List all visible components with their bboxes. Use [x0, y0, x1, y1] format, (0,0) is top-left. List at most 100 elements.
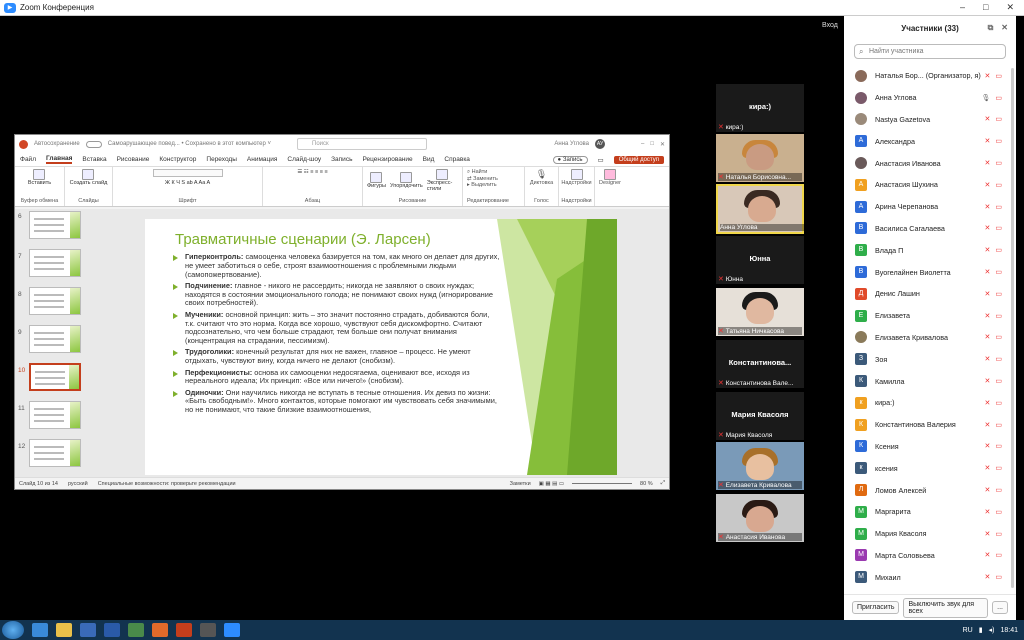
participant-item[interactable]: З Зоя ✕ ▭	[844, 348, 1016, 370]
mute-all-button[interactable]: Выключить звук для всех	[903, 597, 989, 618]
participant-item[interactable]: Е Елизавета ✕ ▭	[844, 305, 1016, 327]
slide-thumbnail[interactable]	[29, 249, 81, 277]
video-tile[interactable]: ✕ Татьяна Ничкасова	[716, 288, 804, 336]
participant-item[interactable]: К Ксения ✕ ▭	[844, 436, 1016, 458]
participant-item[interactable]: Елизавета Кривалова ✕ ▭	[844, 327, 1016, 349]
participant-item[interactable]: В Вуогелайнен Виолетта ✕ ▭	[844, 261, 1016, 283]
video-tile[interactable]: ✕ Анастасия Иванова	[716, 494, 804, 542]
paragraph-buttons[interactable]: ☰ ☷ ≡ ≡ ≡ ≡	[297, 169, 327, 175]
close-icon[interactable]: ✕	[660, 141, 665, 148]
participant-item[interactable]: К Камилла ✕ ▭	[844, 370, 1016, 392]
minimize-icon[interactable]: –	[960, 2, 965, 13]
video-tile[interactable]: Юнна ✕ Юнна	[716, 236, 804, 284]
menu-animation[interactable]: Анимация	[247, 156, 278, 163]
shapes-button[interactable]: Фигуры	[367, 172, 386, 189]
font-family-select[interactable]	[152, 169, 223, 177]
new-slide-button[interactable]: Создать слайд	[70, 169, 107, 186]
participant-item[interactable]: Л Ломов Алексей ✕ ▭	[844, 479, 1016, 501]
participant-search-input[interactable]: ⌕ Найти участника	[854, 44, 1006, 59]
slide-thumbnail[interactable]	[29, 325, 81, 353]
menu-record[interactable]: Запись	[331, 156, 352, 163]
video-tile[interactable]: Константинова... ✕ Константинова Вале...	[716, 340, 804, 388]
menu-transitions[interactable]: Переходы	[206, 156, 237, 163]
font-format-buttons[interactable]: Ж К Ч S ab A Aa A	[165, 180, 210, 186]
participant-item[interactable]: к ксения ✕ ▭	[844, 457, 1016, 479]
slide-thumbnail[interactable]	[29, 287, 81, 315]
find-button[interactable]: ⌕ Найти	[467, 169, 498, 176]
menu-home[interactable]: Главная	[45, 155, 73, 164]
participant-item[interactable]: М Марта Соловьева ✕ ▭	[844, 545, 1016, 567]
menu-insert[interactable]: Вставка	[82, 156, 106, 163]
slide-canvas[interactable]: Травматичные сценарии (Э. Ларсен) Гиперк…	[145, 219, 617, 475]
notes-button[interactable]: Заметки	[510, 481, 531, 487]
slide-thumbnail[interactable]	[29, 401, 81, 429]
dictate-button[interactable]: 🎙 Диктовка	[530, 169, 553, 186]
share-button[interactable]: Общий доступ	[613, 155, 664, 164]
participant-item[interactable]: Анна Углова 🎙 ▭	[844, 87, 1016, 109]
fit-slide-icon[interactable]: ⤢	[661, 480, 665, 487]
participant-item[interactable]: К Константинова Валерия ✕ ▭	[844, 414, 1016, 436]
zoom-slider[interactable]	[572, 483, 633, 484]
participant-item[interactable]: В Василиса Сагалаева ✕ ▭	[844, 218, 1016, 240]
quick-styles-button[interactable]: Экспресс-стили	[427, 169, 458, 192]
word-icon[interactable]	[104, 623, 120, 637]
autosave-toggle[interactable]	[85, 140, 102, 148]
video-tile-active-speaker[interactable]: Анна Углова	[716, 184, 804, 234]
participant-item[interactable]: Д Денис Лашин ✕ ▭	[844, 283, 1016, 305]
select-button[interactable]: ▸ Выделить	[467, 182, 498, 188]
menu-view[interactable]: Вид	[423, 156, 435, 163]
menu-file[interactable]: Файл	[20, 156, 36, 163]
outlook-icon[interactable]	[80, 623, 96, 637]
paste-button[interactable]: Вставить	[28, 169, 51, 186]
start-button[interactable]	[2, 621, 24, 639]
record-button[interactable]: ● Запись	[552, 155, 588, 164]
participant-item[interactable]: Анастасия Иванова ✕ ▭	[844, 152, 1016, 174]
firefox-icon[interactable]	[152, 623, 168, 637]
participant-item[interactable]: А Анастасия Шухина ✕ ▭	[844, 174, 1016, 196]
keyboard-language[interactable]: RU	[963, 627, 973, 634]
zoom-taskbar-icon[interactable]	[224, 623, 240, 637]
more-button[interactable]: ...	[992, 601, 1008, 614]
participant-item[interactable]: М Маргарита ✕ ▭	[844, 501, 1016, 523]
participant-item[interactable]: к кира:) ✕ ▭	[844, 392, 1016, 414]
close-icon[interactable]: ✕	[1001, 23, 1008, 33]
slide-thumbnails[interactable]: 6 7 8 9 10 11 12	[15, 209, 93, 477]
ppt-search-box[interactable]: Поиск	[297, 138, 428, 150]
slide-scrollbar[interactable]	[663, 209, 669, 477]
designer-button[interactable]: Designer	[599, 169, 621, 186]
slide-thumbnail[interactable]	[29, 211, 81, 239]
explorer-icon[interactable]	[56, 623, 72, 637]
minimize-icon[interactable]: –	[641, 141, 644, 147]
video-tile[interactable]: Мария Квасоля ✕ Мария Квасоля	[716, 392, 804, 440]
participant-item[interactable]: В Влада П ✕ ▭	[844, 239, 1016, 261]
participant-scrollbar[interactable]	[1011, 68, 1014, 588]
comments-icon[interactable]: ▭	[598, 156, 604, 164]
chrome-icon[interactable]	[128, 623, 144, 637]
menu-help[interactable]: Справка	[444, 156, 470, 163]
zoom-level[interactable]: 80 %	[640, 481, 653, 487]
slide-thumbnail[interactable]	[29, 439, 81, 467]
menu-draw[interactable]: Рисование	[117, 156, 150, 163]
menu-review[interactable]: Рецензирование	[362, 156, 412, 163]
language-indicator[interactable]: русский	[68, 481, 88, 487]
video-tile[interactable]: ✕ Наталья Борисовна...	[716, 134, 804, 182]
video-tile[interactable]: кира:) ✕ кира:)	[716, 84, 804, 132]
menu-design[interactable]: Конструктор	[159, 156, 196, 163]
participant-item[interactable]: М Мария Квасоля ✕ ▭	[844, 523, 1016, 545]
participant-item[interactable]: Nastya Gazetova ✕ ▭	[844, 109, 1016, 131]
invite-button[interactable]: Пригласить	[852, 601, 900, 614]
ie-icon[interactable]	[32, 623, 48, 637]
exit-label[interactable]: Вход	[822, 22, 838, 29]
participant-item[interactable]: А Александра ✕ ▭	[844, 130, 1016, 152]
popout-icon[interactable]: ⧉	[988, 23, 994, 33]
participant-item[interactable]: М Михаил ✕ ▭	[844, 566, 1016, 588]
volume-icon[interactable]: ◂)	[989, 626, 995, 634]
network-icon[interactable]: ▮	[979, 626, 983, 634]
participant-item[interactable]: А Арина Черепанова ✕ ▭	[844, 196, 1016, 218]
addins-button[interactable]: Надстройки	[561, 169, 592, 186]
slide-thumbnail-selected[interactable]	[29, 363, 81, 391]
maximize-icon[interactable]: □	[650, 141, 654, 147]
view-buttons[interactable]: ▣ ▦ ▤ ▭	[539, 481, 564, 487]
menu-slideshow[interactable]: Слайд-шоу	[287, 156, 321, 163]
video-tile[interactable]: ✕ Елизавета Кривалова	[716, 442, 804, 490]
